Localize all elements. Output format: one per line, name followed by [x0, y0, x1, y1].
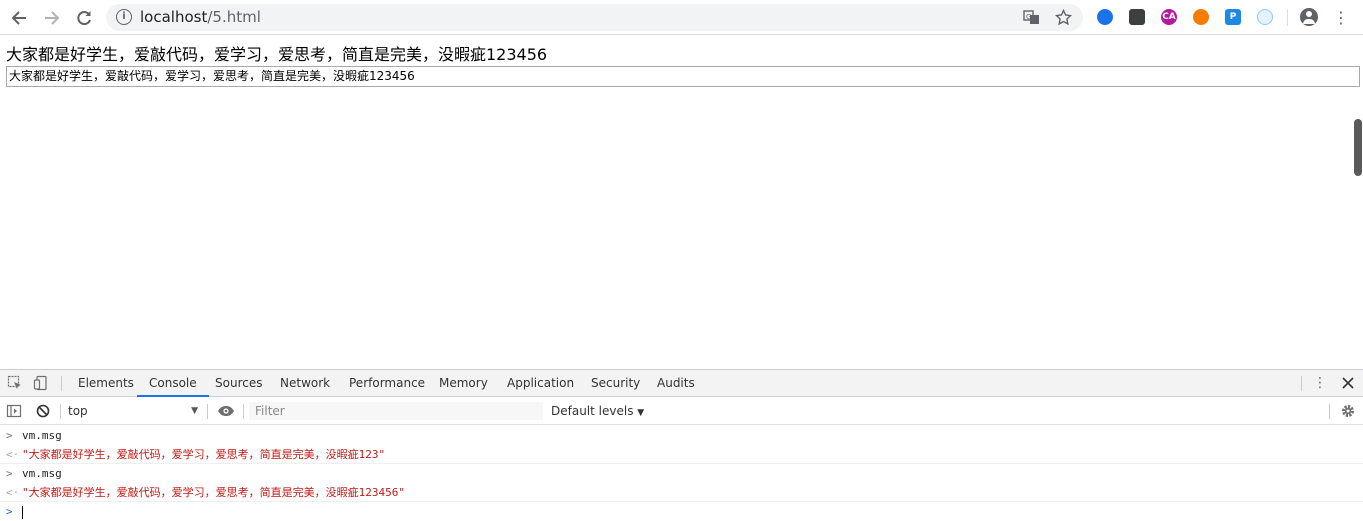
tab-memory[interactable]: Memory	[439, 370, 488, 397]
console-input-line: > vm.msg	[0, 464, 1363, 483]
console-input-line: > vm.msg	[0, 426, 1363, 445]
console-prompt[interactable]: >	[0, 502, 1363, 521]
prompt-chevron-icon: >	[6, 505, 13, 518]
tab-network[interactable]: Network	[280, 370, 330, 397]
toolbar-divider	[1287, 9, 1288, 26]
arrow-back-icon[interactable]	[8, 7, 30, 29]
tab-application[interactable]: Application	[507, 370, 574, 397]
inspect-element-icon[interactable]	[7, 375, 23, 391]
browser-toolbar: i localhost/5.html G CA P ⋮	[0, 0, 1363, 35]
page-viewport: 大家都是好学生，爱敲代码，爱学习，爱思考，简直是完美，没暇疵123456 大家都…	[0, 36, 1363, 369]
console-toolbar: top ▼ Filter Default levels ▼	[0, 397, 1363, 425]
translate-icon[interactable]: G	[1023, 9, 1040, 26]
extension-orange-icon[interactable]	[1193, 9, 1209, 25]
tab-console[interactable]: Console	[137, 370, 209, 397]
chevron-right-icon: >	[6, 429, 13, 442]
console-toolbar-divider-4	[1329, 404, 1330, 419]
devtools-menu-icon[interactable]: ⋮	[1313, 375, 1327, 391]
info-icon[interactable]: i	[116, 9, 132, 25]
page-heading: 大家都是好学生，爱敲代码，爱学习，爱思考，简直是完美，没暇疵123456	[6, 45, 548, 64]
log-levels-dropdown[interactable]: Default levels ▼	[551, 403, 644, 421]
extension-globe-icon[interactable]	[1097, 9, 1113, 25]
tab-audits[interactable]: Audits	[657, 370, 695, 397]
console-output: > vm.msg <· "大家都是好学生，爱敲代码，爱学习，爱思考，简直是完美，…	[0, 426, 1363, 521]
tabbar-right-divider	[1301, 376, 1302, 391]
device-toolbar-icon[interactable]	[33, 375, 49, 391]
tabbar-divider	[61, 376, 62, 391]
gear-icon[interactable]	[1340, 403, 1356, 419]
context-select-value: top	[68, 404, 88, 418]
console-toolbar-divider-3	[243, 404, 244, 419]
page-scrollbar[interactable]	[1354, 119, 1362, 176]
log-levels-arrow: ▼	[637, 408, 645, 418]
tab-performance[interactable]: Performance	[349, 370, 425, 397]
more-vert-icon[interactable]: ⋮	[1333, 7, 1349, 29]
url-host: localhost	[140, 8, 208, 26]
extension-p-icon[interactable]: P	[1225, 9, 1241, 25]
console-result-text[interactable]: "大家都是好学生，爱敲代码，爱学习，爱思考，简直是完美，没暇疵123"	[22, 445, 385, 464]
console-prompt-input[interactable]	[22, 502, 23, 521]
console-result-text[interactable]: "大家都是好学生，爱敲代码，爱学习，爱思考，简直是完美，没暇疵123456"	[22, 483, 405, 502]
address-bar[interactable]: i localhost/5.html G	[106, 4, 1083, 31]
tab-elements[interactable]: Elements	[78, 370, 134, 397]
console-filter-input[interactable]: Filter	[249, 402, 543, 420]
chevron-left-icon: <·	[6, 448, 20, 461]
tab-security[interactable]: Security	[591, 370, 640, 397]
star-icon[interactable]	[1054, 8, 1073, 26]
chevron-left-icon: <·	[6, 486, 20, 499]
message-input[interactable]: 大家都是好学生，爱敲代码，爱学习，爱思考，简直是完美，没暇疵123456	[6, 66, 1360, 87]
svg-text:G: G	[1026, 13, 1031, 21]
tab-sources[interactable]: Sources	[215, 370, 262, 397]
console-input-text: vm.msg	[22, 429, 62, 442]
devtools-tabbar: Elements Console Sources Network Perform…	[0, 370, 1363, 397]
log-levels-label: Default levels	[551, 404, 634, 418]
devtools-panel: Elements Console Sources Network Perform…	[0, 369, 1363, 521]
console-sidebar-icon[interactable]	[6, 403, 22, 419]
text-caret	[22, 505, 23, 519]
console-toolbar-divider-2	[207, 404, 208, 419]
chevron-down-icon: ▼	[191, 406, 198, 416]
console-input-text: vm.msg	[22, 467, 62, 480]
reload-icon[interactable]	[73, 7, 95, 29]
console-result-line: <· "大家都是好学生，爱敲代码，爱学习，爱思考，简直是完美，没暇疵123"	[0, 445, 1363, 464]
account-icon[interactable]	[1300, 8, 1318, 26]
eye-icon[interactable]	[217, 403, 235, 419]
extension-bird-icon[interactable]	[1257, 9, 1273, 25]
chevron-right-icon: >	[6, 467, 13, 480]
console-result-line: <· "大家都是好学生，爱敲代码，爱学习，爱思考，简直是完美，没暇疵123456…	[0, 483, 1363, 502]
arrow-forward-icon[interactable]	[41, 7, 63, 29]
url-path: /5.html	[207, 8, 261, 26]
console-toolbar-divider	[60, 404, 61, 419]
close-devtools-icon[interactable]	[1341, 375, 1355, 391]
context-select[interactable]: top ▼	[68, 403, 200, 419]
url-text[interactable]: localhost/5.html	[140, 8, 261, 27]
extension-dark-icon[interactable]	[1129, 9, 1145, 25]
clear-console-icon[interactable]	[35, 403, 51, 419]
extension-ca-icon[interactable]: CA	[1161, 9, 1177, 25]
